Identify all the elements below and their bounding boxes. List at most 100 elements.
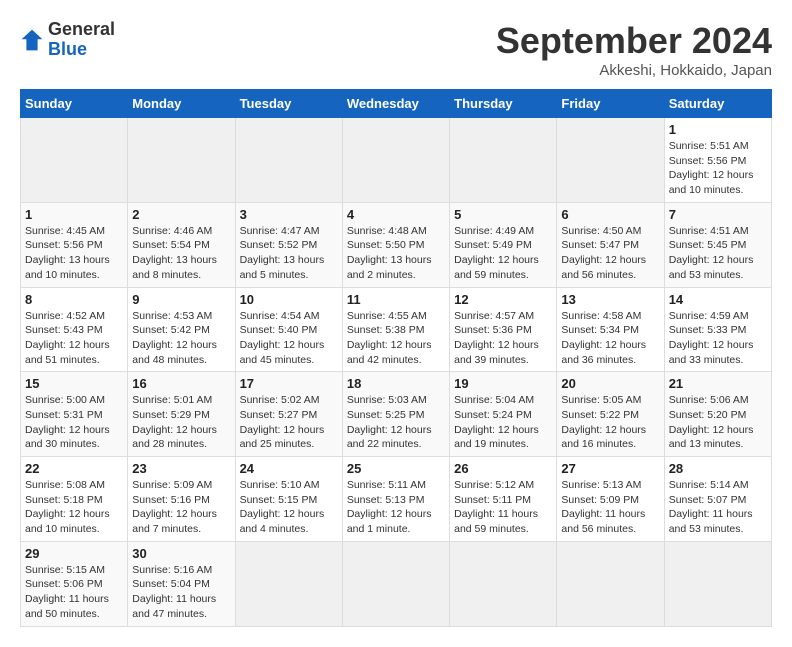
- calendar-cell: [21, 118, 128, 203]
- day-of-week-header: Sunday: [21, 90, 128, 118]
- calendar-table: SundayMondayTuesdayWednesdayThursdayFrid…: [20, 89, 772, 627]
- calendar-cell: 19Sunrise: 5:04 AMSunset: 5:24 PMDayligh…: [450, 372, 557, 457]
- day-info: Sunrise: 4:52 AMSunset: 5:43 PMDaylight:…: [25, 309, 123, 368]
- calendar-cell: 18Sunrise: 5:03 AMSunset: 5:25 PMDayligh…: [342, 372, 449, 457]
- day-info: Sunrise: 4:47 AMSunset: 5:52 PMDaylight:…: [240, 224, 338, 283]
- calendar-cell: 2Sunrise: 4:46 AMSunset: 5:54 PMDaylight…: [128, 202, 235, 287]
- day-info: Sunrise: 4:57 AMSunset: 5:36 PMDaylight:…: [454, 309, 552, 368]
- day-number: 27: [561, 461, 659, 476]
- calendar-cell: 7 Sunrise: 4:51 AMSunset: 5:45 PMDaylight…: [664, 202, 771, 287]
- month-title: September 2024: [496, 20, 772, 62]
- day-number: 1: [669, 122, 767, 137]
- calendar-cell: 3 Sunrise: 4:47 AMSunset: 5:52 PMDaylight…: [235, 202, 342, 287]
- day-info: Sunrise: 5:11 AMSunset: 5:13 PMDaylight:…: [347, 478, 445, 537]
- day-number: 18: [347, 376, 445, 391]
- calendar-cell: 9 Sunrise: 4:53 AMSunset: 5:42 PMDaylight…: [128, 287, 235, 372]
- calendar-cell: 22Sunrise: 5:08 AMSunset: 5:18 PMDayligh…: [21, 457, 128, 542]
- calendar-cell: 24 Sunrise: 5:10 AMSunset: 5:15 PMDayligh…: [235, 457, 342, 542]
- day-info: Sunrise: 5:12 AMSunset: 5:11 PMDaylight:…: [454, 478, 552, 537]
- calendar-cell: [342, 118, 449, 203]
- calendar-cell: 8Sunrise: 4:52 AMSunset: 5:43 PMDaylight…: [21, 287, 128, 372]
- calendar-header-row: SundayMondayTuesdayWednesdayThursdayFrid…: [21, 90, 772, 118]
- day-number: 22: [25, 461, 123, 476]
- calendar-cell: [557, 118, 664, 203]
- calendar-week-row: 1 Sunrise: 4:45 AMSunset: 5:56 PMDaylight…: [21, 202, 772, 287]
- calendar-cell: [342, 541, 449, 626]
- day-number: 21: [669, 376, 767, 391]
- day-of-week-header: Saturday: [664, 90, 771, 118]
- calendar-cell: 1 Sunrise: 5:51 AMSunset: 5:56 PMDaylight…: [664, 118, 771, 203]
- day-number: 1: [25, 207, 123, 222]
- day-number: 3: [240, 207, 338, 222]
- day-info: Sunrise: 5:09 AMSunset: 5:16 PMDaylight:…: [132, 478, 230, 537]
- day-number: 5: [454, 207, 552, 222]
- calendar-cell: 30 Sunrise: 5:16 AMSunset: 5:04 PMDayligh…: [128, 541, 235, 626]
- day-number: 12: [454, 292, 552, 307]
- day-number: 2: [132, 207, 230, 222]
- calendar-cell: [664, 541, 771, 626]
- day-info: Sunrise: 5:02 AMSunset: 5:27 PMDaylight:…: [240, 393, 338, 452]
- day-number: 24: [240, 461, 338, 476]
- calendar-cell: 14 Sunrise: 4:59 AMSunset: 5:33 PMDayligh…: [664, 287, 771, 372]
- day-info: Sunrise: 4:59 AMSunset: 5:33 PMDaylight:…: [669, 309, 767, 368]
- day-of-week-header: Tuesday: [235, 90, 342, 118]
- day-info: Sunrise: 4:51 AMSunset: 5:45 PMDaylight:…: [669, 224, 767, 283]
- day-info: Sunrise: 5:51 AMSunset: 5:56 PMDaylight:…: [669, 139, 767, 198]
- day-info: Sunrise: 4:55 AMSunset: 5:38 PMDaylight:…: [347, 309, 445, 368]
- calendar-cell: 4 Sunrise: 4:48 AMSunset: 5:50 PMDaylight…: [342, 202, 449, 287]
- calendar-cell: 11 Sunrise: 4:55 AMSunset: 5:38 PMDayligh…: [342, 287, 449, 372]
- day-number: 10: [240, 292, 338, 307]
- day-number: 6: [561, 207, 659, 222]
- day-of-week-header: Friday: [557, 90, 664, 118]
- logo-general: General: [48, 19, 115, 39]
- calendar-cell: 28Sunrise: 5:14 AMSunset: 5:07 PMDayligh…: [664, 457, 771, 542]
- title-block: September 2024 Akkeshi, Hokkaido, Japan: [496, 20, 772, 79]
- day-number: 9: [132, 292, 230, 307]
- day-number: 17: [240, 376, 338, 391]
- day-number: 14: [669, 292, 767, 307]
- location-subtitle: Akkeshi, Hokkaido, Japan: [496, 62, 772, 79]
- day-info: Sunrise: 5:15 AMSunset: 5:06 PMDaylight:…: [25, 563, 123, 622]
- day-info: Sunrise: 4:53 AMSunset: 5:42 PMDaylight:…: [132, 309, 230, 368]
- day-number: 4: [347, 207, 445, 222]
- day-number: 11: [347, 292, 445, 307]
- calendar-cell: 23 Sunrise: 5:09 AMSunset: 5:16 PMDayligh…: [128, 457, 235, 542]
- calendar-cell: 26Sunrise: 5:12 AMSunset: 5:11 PMDayligh…: [450, 457, 557, 542]
- calendar-cell: 6Sunrise: 4:50 AMSunset: 5:47 PMDaylight…: [557, 202, 664, 287]
- day-number: 28: [669, 461, 767, 476]
- calendar-cell: [450, 118, 557, 203]
- calendar-week-row: 1 Sunrise: 5:51 AMSunset: 5:56 PMDaylight…: [21, 118, 772, 203]
- calendar-cell: 20Sunrise: 5:05 AMSunset: 5:22 PMDayligh…: [557, 372, 664, 457]
- day-number: 23: [132, 461, 230, 476]
- calendar-cell: [235, 118, 342, 203]
- logo-text: General Blue: [48, 20, 115, 60]
- calendar-cell: [450, 541, 557, 626]
- calendar-cell: 1 Sunrise: 4:45 AMSunset: 5:56 PMDaylight…: [21, 202, 128, 287]
- day-info: Sunrise: 5:00 AMSunset: 5:31 PMDaylight:…: [25, 393, 123, 452]
- day-info: Sunrise: 5:01 AMSunset: 5:29 PMDaylight:…: [132, 393, 230, 452]
- calendar-cell: 21Sunrise: 5:06 AMSunset: 5:20 PMDayligh…: [664, 372, 771, 457]
- day-number: 25: [347, 461, 445, 476]
- calendar-week-row: 29Sunrise: 5:15 AMSunset: 5:06 PMDayligh…: [21, 541, 772, 626]
- day-number: 16: [132, 376, 230, 391]
- day-number: 30: [132, 546, 230, 561]
- day-info: Sunrise: 4:58 AMSunset: 5:34 PMDaylight:…: [561, 309, 659, 368]
- day-info: Sunrise: 4:45 AMSunset: 5:56 PMDaylight:…: [25, 224, 123, 283]
- calendar-week-row: 8Sunrise: 4:52 AMSunset: 5:43 PMDaylight…: [21, 287, 772, 372]
- day-info: Sunrise: 5:13 AMSunset: 5:09 PMDaylight:…: [561, 478, 659, 537]
- calendar-cell: [557, 541, 664, 626]
- page-header: General Blue September 2024 Akkeshi, Hok…: [20, 20, 772, 79]
- day-number: 19: [454, 376, 552, 391]
- day-info: Sunrise: 4:54 AMSunset: 5:40 PMDaylight:…: [240, 309, 338, 368]
- day-number: 13: [561, 292, 659, 307]
- calendar-cell: 29Sunrise: 5:15 AMSunset: 5:06 PMDayligh…: [21, 541, 128, 626]
- day-info: Sunrise: 5:10 AMSunset: 5:15 PMDaylight:…: [240, 478, 338, 537]
- day-number: 7: [669, 207, 767, 222]
- calendar-cell: 16 Sunrise: 5:01 AMSunset: 5:29 PMDayligh…: [128, 372, 235, 457]
- logo: General Blue: [20, 20, 115, 60]
- calendar-cell: 12 Sunrise: 4:57 AMSunset: 5:36 PMDayligh…: [450, 287, 557, 372]
- day-info: Sunrise: 4:48 AMSunset: 5:50 PMDaylight:…: [347, 224, 445, 283]
- day-info: Sunrise: 5:16 AMSunset: 5:04 PMDaylight:…: [132, 563, 230, 622]
- day-of-week-header: Wednesday: [342, 90, 449, 118]
- calendar-cell: 15Sunrise: 5:00 AMSunset: 5:31 PMDayligh…: [21, 372, 128, 457]
